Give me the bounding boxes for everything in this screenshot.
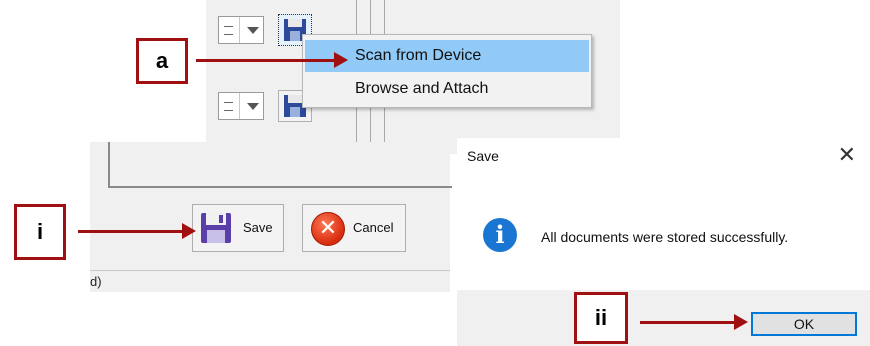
menu-item-label: Browse and Attach bbox=[355, 80, 489, 97]
cancel-button-label: Cancel bbox=[353, 220, 394, 235]
arrow-i-head bbox=[182, 223, 196, 239]
stepper-field-1[interactable] bbox=[218, 16, 264, 44]
toolbar-panel: Scan from Device Browse and Attach bbox=[206, 0, 620, 154]
stepper-field-2[interactable] bbox=[218, 92, 264, 120]
menu-item-label: Scan from Device bbox=[355, 47, 482, 64]
chevron-down-icon[interactable] bbox=[247, 103, 259, 110]
arrow-ii-line bbox=[640, 321, 736, 324]
cancel-x-icon: ✕ bbox=[311, 212, 345, 246]
floppy-disk-icon bbox=[201, 213, 231, 243]
chevron-down-icon[interactable] bbox=[247, 27, 259, 34]
form-group-frame bbox=[108, 142, 452, 188]
save-dialog: Save ✕ i All documents were stored succe… bbox=[457, 138, 870, 346]
arrow-a-line bbox=[196, 59, 336, 62]
dialog-title: Save bbox=[467, 148, 499, 164]
spin-arrows-icon[interactable] bbox=[219, 93, 240, 119]
callout-a: a bbox=[136, 38, 188, 84]
status-text: d) bbox=[90, 274, 102, 289]
info-icon: i bbox=[483, 218, 517, 252]
form-panel: Save ✕ Cancel d) bbox=[90, 142, 452, 293]
attach-context-menu: Scan from Device Browse and Attach bbox=[302, 34, 592, 108]
dialog-footer: OK bbox=[457, 290, 870, 346]
menu-item-browse-and-attach[interactable]: Browse and Attach bbox=[305, 73, 589, 105]
spin-arrows-icon[interactable] bbox=[219, 17, 240, 43]
arrow-i-line bbox=[78, 230, 184, 233]
close-icon[interactable]: ✕ bbox=[838, 142, 856, 168]
arrow-a-head bbox=[334, 52, 348, 68]
save-button[interactable]: Save bbox=[192, 204, 284, 252]
callout-i: i bbox=[14, 204, 66, 260]
callout-ii: ii bbox=[574, 292, 628, 344]
dialog-message: All documents were stored successfully. bbox=[541, 229, 789, 245]
cancel-button[interactable]: ✕ Cancel bbox=[302, 204, 406, 252]
ok-button[interactable]: OK bbox=[751, 312, 857, 336]
save-button-label: Save bbox=[243, 220, 273, 235]
arrow-ii-head bbox=[734, 314, 748, 330]
status-bar: d) bbox=[90, 270, 450, 293]
